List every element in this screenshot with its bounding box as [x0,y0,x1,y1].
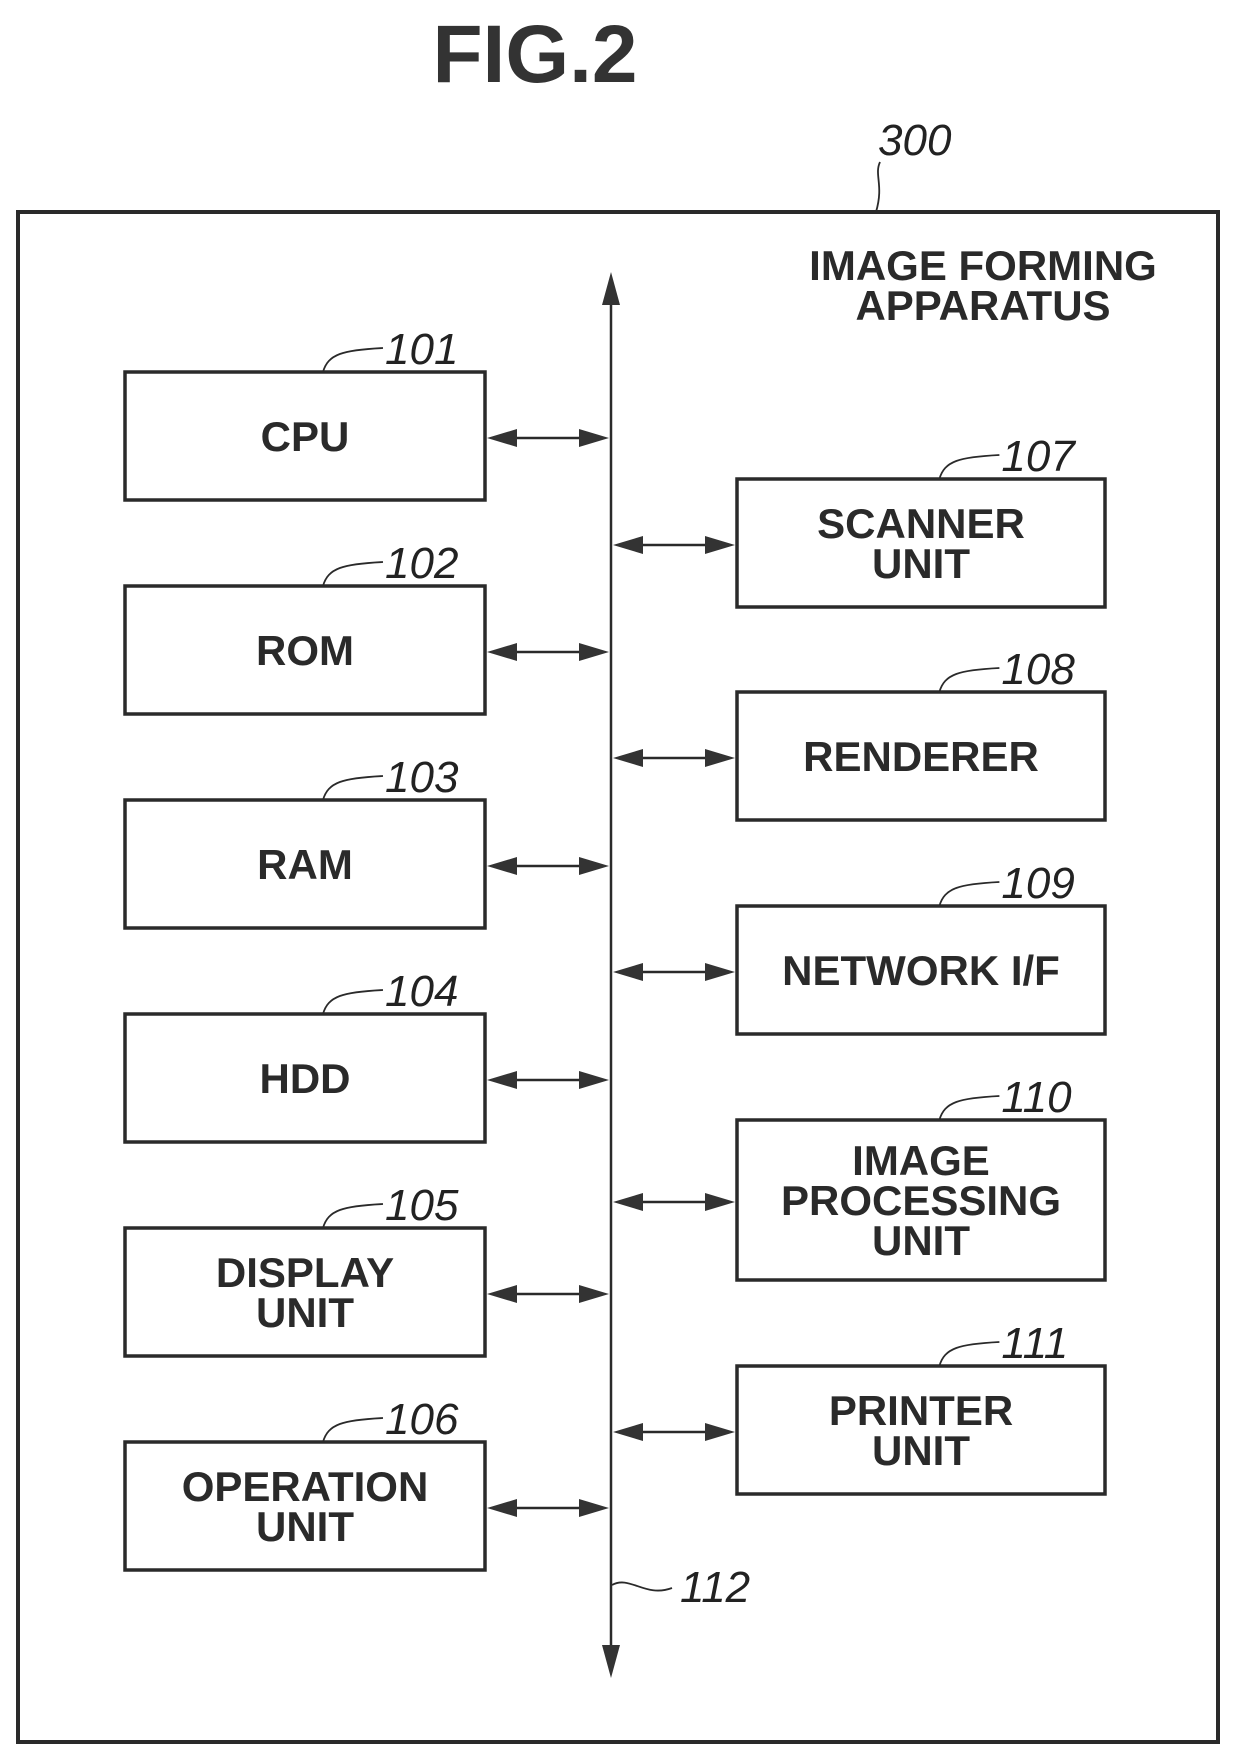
arrow-head-right-icon [579,643,609,661]
arrow-head-left-icon [487,1285,517,1303]
arrow-head-left-icon [487,1499,517,1517]
ref-leader-line [322,1417,384,1443]
block-hdd: 104 HDD [123,967,487,1144]
bus-connector-108 [613,749,735,767]
block-rom: 102 ROM [123,539,487,716]
figure-title: FIG.2 [432,9,637,100]
arrow-head-left-icon [613,536,643,554]
block-label: UNIT [256,1503,354,1550]
block-ref-label: 106 [385,1395,459,1444]
arrow-head-right-icon [705,963,735,981]
bus-connector-111 [613,1423,735,1441]
arrow-head-right-icon [705,1423,735,1441]
ref-leader-line [322,775,384,801]
bus-ref-label: 112 [680,1563,750,1612]
arrow-head-left-icon [487,429,517,447]
bus-arrow-down-icon [602,1645,620,1678]
block-label: RAM [257,841,353,888]
bus-connector-105 [487,1285,609,1303]
arrow-head-left-icon [487,857,517,875]
block-ref-label: 107 [1001,432,1076,481]
apparatus-label-line-2: APPARATUS [855,282,1110,329]
block-operation-unit: 106OPERATIONUNIT [123,1395,487,1572]
right-blocks: 107SCANNERUNIT108RENDERER109NETWORK I/F1… [613,432,1107,1496]
block-ref-label: 109 [1001,859,1074,908]
bus-connector-104 [487,1071,609,1089]
bus-connector-107 [613,536,735,554]
bus-arrow-up-icon [602,272,620,305]
arrow-head-left-icon [613,1193,643,1211]
ref-leader-line [938,881,1000,907]
bus-connector-109 [613,963,735,981]
block-label: UNIT [872,540,970,587]
block-ram: 103 RAM [123,753,487,930]
block-printer-unit: 111PRINTERUNIT [735,1319,1107,1496]
bus-connector-103 [487,857,609,875]
block-label: UNIT [872,1427,970,1474]
block-label: CPU [261,413,350,460]
ref-leader-line [938,667,1000,693]
block-label: UNIT [256,1289,354,1336]
ref-leader-line [938,1095,1000,1121]
ref-leader-line [938,454,1000,480]
ref-leader-line [938,1341,1000,1367]
arrow-head-right-icon [579,429,609,447]
arrow-head-left-icon [613,963,643,981]
ref-leader-line [322,347,384,373]
block-ref-label: 104 [385,967,458,1016]
block-display-unit: 105DISPLAYUNIT [123,1181,487,1358]
block-cpu: 101 CPU [123,325,487,502]
apparatus-ref-label: 300 [878,116,952,165]
block-diagram: FIG.2 300 IMAGE FORMING APPARATUS 112 10… [16,9,1220,1744]
block-ref-label: 102 [385,539,458,588]
arrow-head-right-icon [579,857,609,875]
arrow-head-left-icon [613,1423,643,1441]
arrow-head-left-icon [487,643,517,661]
apparatus-leader-line [875,161,881,213]
ref-leader-line [322,989,384,1015]
bus-connector-101 [487,429,609,447]
bus-connector-102 [487,643,609,661]
block-ref-label: 103 [385,753,459,802]
block-ref-label: 111 [1001,1319,1068,1368]
left-blocks: 101CPU102ROM103RAM104HDD105DISPLAYUNIT10… [123,325,609,1572]
block-label: UNIT [872,1217,970,1264]
block-renderer: 108 RENDERER [735,645,1107,822]
block-network-i-f: 109 NETWORK I/F [735,859,1107,1036]
block-ref-label: 101 [385,325,458,374]
arrow-head-right-icon [579,1285,609,1303]
block-label: HDD [260,1055,351,1102]
bus-connector-106 [487,1499,609,1517]
block-scanner-unit: 107SCANNERUNIT [735,432,1107,609]
block-image-processing-unit: 110IMAGEPROCESSINGUNIT [735,1073,1107,1282]
block-label: RENDERER [803,733,1039,780]
block-ref-label: 105 [385,1181,459,1230]
arrow-head-right-icon [579,1071,609,1089]
block-ref-label: 110 [1001,1073,1072,1122]
arrow-head-right-icon [705,536,735,554]
block-label: NETWORK I/F [782,947,1060,994]
ref-leader-line [322,1203,384,1229]
arrow-head-left-icon [487,1071,517,1089]
ref-leader-line [322,561,384,587]
arrow-head-right-icon [705,749,735,767]
bus-connector-110 [613,1193,735,1211]
block-label: ROM [256,627,354,674]
arrow-head-right-icon [705,1193,735,1211]
arrow-head-left-icon [613,749,643,767]
bus-leader-line [611,1581,673,1592]
block-ref-label: 108 [1001,645,1075,694]
arrow-head-right-icon [579,1499,609,1517]
